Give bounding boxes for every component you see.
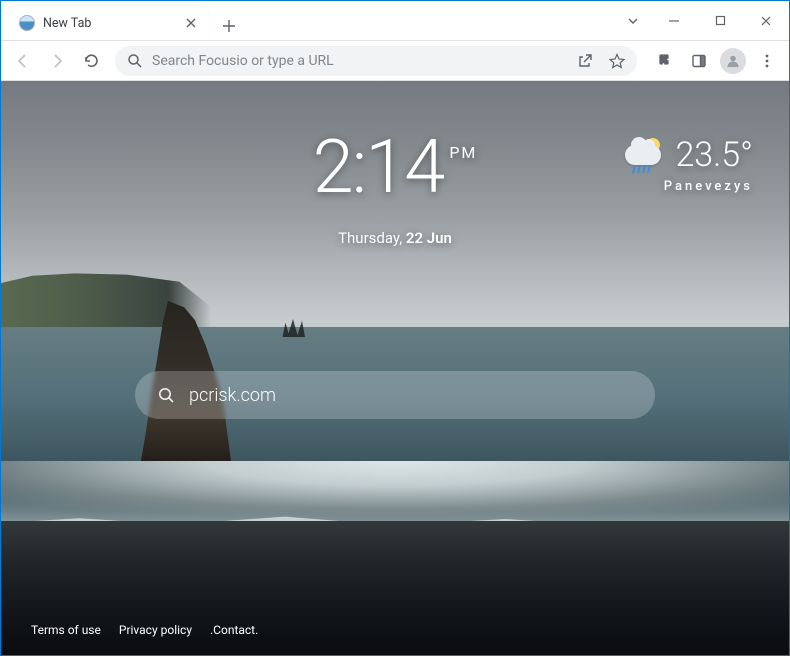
page-search-bar[interactable]: pcrisk.com [135,371,655,419]
weather-temperature: 23.5° [675,135,753,175]
sidepanel-button[interactable] [683,45,715,77]
profile-button[interactable] [717,45,749,77]
maximize-button[interactable] [697,1,743,41]
clock-day: Thursday, [338,229,402,247]
new-tab-button[interactable] [215,12,243,40]
new-tab-page: 2:14 PM Thursday, 22 Jun 23.5° Panevezys… [1,81,789,655]
bookmark-button[interactable] [609,53,625,69]
window-close-button[interactable] [743,1,789,41]
tabs-dropdown-button[interactable] [615,1,651,41]
arrow-left-icon [14,52,32,70]
forward-button[interactable] [41,45,73,77]
search-icon [157,386,175,404]
maximize-icon [715,15,726,26]
address-bar-placeholder: Search Focusio or type a URL [152,53,561,69]
footer-links: Terms of use Privacy policy .Contact. [31,623,258,637]
tab-title: New Tab [43,16,175,31]
weather-row: 23.5° [623,133,753,177]
close-icon [186,18,196,28]
window-controls [651,1,789,40]
clock-ampm: PM [449,145,477,161]
browser-toolbar: Search Focusio or type a URL [1,41,789,81]
reload-button[interactable] [75,45,107,77]
avatar-icon [720,48,746,74]
terms-link[interactable]: Terms of use [31,623,101,637]
minimize-button[interactable] [651,1,697,41]
clock-time: 2:14 PM [313,131,478,205]
clock-date-value: 22 Jun [406,229,452,247]
close-icon [760,15,772,27]
clock-date: Thursday, 22 Jun [313,229,478,247]
browser-tab[interactable]: New Tab [9,6,209,40]
contact-link[interactable]: .Contact. [210,623,258,637]
arrow-right-icon [48,52,66,70]
minimize-icon [668,15,680,27]
back-button[interactable] [7,45,39,77]
search-icon [127,53,142,68]
panel-icon [691,53,707,69]
address-bar[interactable]: Search Focusio or type a URL [115,46,637,76]
plus-icon [222,19,236,33]
privacy-link[interactable]: Privacy policy [119,623,192,637]
close-tab-button[interactable] [183,15,199,31]
toolbar-actions [645,45,783,77]
weather-city: Panevezys [623,179,753,194]
puzzle-icon [657,52,674,69]
tab-strip: New Tab [1,1,615,40]
clock-widget: 2:14 PM Thursday, 22 Jun [313,131,478,247]
search-input-value: pcrisk.com [189,385,276,406]
menu-button[interactable] [751,45,783,77]
clock-time-value: 2:14 [313,131,444,205]
reload-icon [83,52,100,69]
weather-widget[interactable]: 23.5° Panevezys [623,133,753,194]
tab-favicon [19,15,35,31]
star-icon [609,53,625,69]
window-titlebar: New Tab [1,1,789,41]
extensions-button[interactable] [649,45,681,77]
share-icon [577,53,593,69]
kebab-icon [759,53,775,69]
weather-rain-cloud-sun-icon [623,133,667,177]
chevron-down-icon [627,15,639,27]
share-button[interactable] [577,53,593,69]
